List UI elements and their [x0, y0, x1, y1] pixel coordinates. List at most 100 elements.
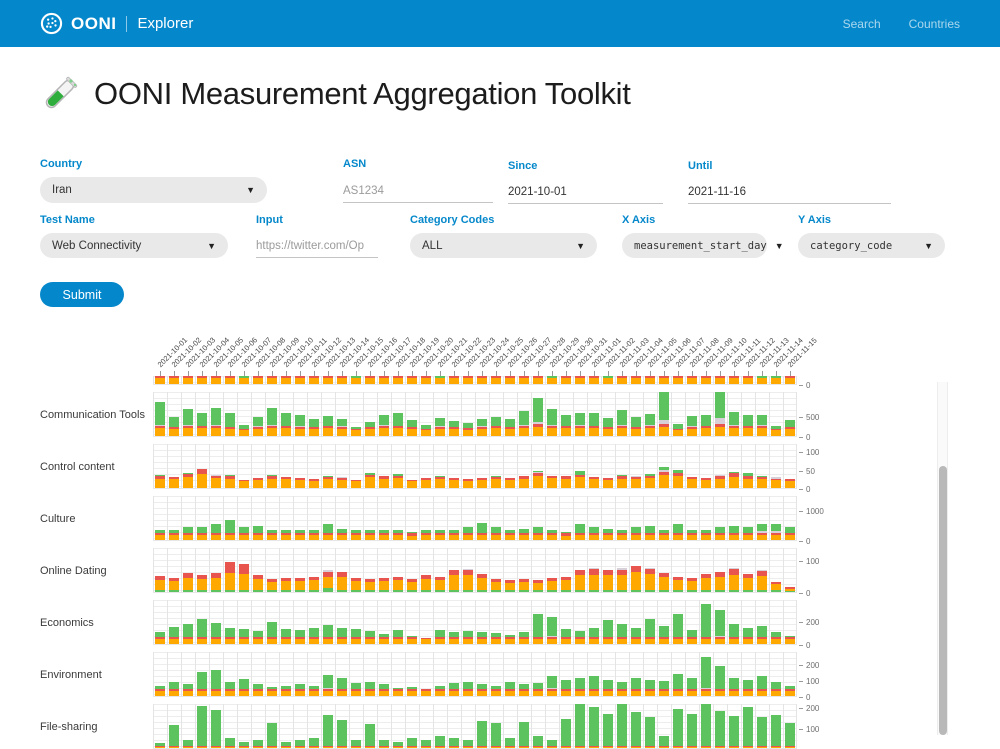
bar[interactable] [589, 568, 599, 592]
bar[interactable] [631, 417, 641, 436]
bar[interactable] [561, 532, 571, 540]
bar[interactable] [407, 636, 417, 644]
bar[interactable] [295, 478, 305, 488]
bar[interactable] [687, 477, 697, 488]
bar[interactable] [253, 575, 263, 592]
bar[interactable] [183, 684, 193, 696]
bar[interactable] [617, 624, 627, 644]
bar[interactable] [547, 578, 557, 592]
bar[interactable] [379, 476, 389, 488]
bar[interactable] [337, 720, 347, 748]
bar[interactable] [729, 568, 739, 592]
bar[interactable] [435, 418, 445, 436]
bar[interactable] [253, 740, 263, 748]
bar[interactable] [491, 417, 501, 436]
bar[interactable] [785, 686, 795, 696]
bar[interactable] [547, 409, 557, 436]
country-select[interactable]: Iran ▼ [40, 177, 267, 203]
bar[interactable] [729, 412, 739, 436]
bar[interactable] [701, 657, 711, 696]
bar[interactable] [379, 376, 389, 384]
bar[interactable] [365, 422, 375, 436]
bar[interactable] [393, 742, 403, 748]
bar[interactable] [463, 740, 473, 748]
bar[interactable] [617, 376, 627, 384]
bar[interactable] [729, 678, 739, 696]
bar[interactable] [435, 630, 445, 644]
bar[interactable] [617, 410, 627, 436]
bar[interactable] [589, 628, 599, 644]
bar[interactable] [547, 617, 557, 644]
bar[interactable] [757, 717, 767, 748]
bar[interactable] [239, 679, 249, 696]
bar[interactable] [673, 376, 683, 384]
bar[interactable] [519, 684, 529, 696]
bar[interactable] [575, 570, 585, 592]
bar[interactable] [785, 636, 795, 644]
bar[interactable] [155, 475, 165, 488]
bar[interactable] [169, 682, 179, 696]
bar[interactable] [435, 736, 445, 748]
bar[interactable] [673, 577, 683, 592]
bar[interactable] [589, 527, 599, 541]
bar[interactable] [715, 475, 725, 489]
bar[interactable] [281, 578, 291, 592]
bar[interactable] [365, 376, 375, 384]
bar[interactable] [715, 392, 725, 436]
test-name-select[interactable]: Web Connectivity ▼ [40, 233, 228, 258]
bar[interactable] [589, 707, 599, 748]
bar[interactable] [603, 570, 613, 592]
bar[interactable] [589, 413, 599, 436]
bar[interactable] [197, 376, 207, 384]
bar[interactable] [449, 683, 459, 696]
bar[interactable] [519, 632, 529, 644]
bar[interactable] [169, 417, 179, 436]
bar[interactable] [211, 623, 221, 644]
bar[interactable] [505, 682, 515, 696]
bar[interactable] [323, 416, 333, 436]
bar[interactable] [771, 477, 781, 488]
bar[interactable] [463, 682, 473, 696]
bar[interactable] [561, 476, 571, 488]
bar[interactable] [155, 576, 165, 592]
asn-input[interactable] [343, 179, 493, 203]
bar[interactable] [351, 740, 361, 748]
bar[interactable] [435, 376, 445, 384]
bar[interactable] [337, 572, 347, 592]
bar[interactable] [267, 622, 277, 644]
bar[interactable] [477, 523, 487, 540]
bar[interactable] [281, 629, 291, 644]
bar[interactable] [645, 568, 655, 592]
bar[interactable] [645, 526, 655, 540]
bar[interactable] [351, 480, 361, 488]
bar[interactable] [687, 416, 697, 436]
bar[interactable] [491, 686, 501, 696]
bar[interactable] [449, 570, 459, 592]
bar[interactable] [309, 419, 319, 436]
bar[interactable] [253, 684, 263, 696]
bar[interactable] [211, 573, 221, 592]
bar[interactable] [659, 736, 669, 748]
bar[interactable] [687, 714, 697, 748]
bar[interactable] [169, 627, 179, 644]
category-codes-select[interactable]: ALL ▼ [410, 233, 597, 258]
bar[interactable] [533, 614, 543, 644]
bar[interactable] [337, 419, 347, 436]
bar[interactable] [155, 530, 165, 540]
bar[interactable] [785, 723, 795, 748]
bar[interactable] [715, 527, 725, 540]
bar[interactable] [617, 475, 627, 488]
bar[interactable] [309, 376, 319, 384]
bar[interactable] [505, 738, 515, 748]
nav-link-search[interactable]: Search [843, 17, 881, 31]
bar[interactable] [169, 477, 179, 488]
bar[interactable] [477, 574, 487, 592]
bar[interactable] [351, 578, 361, 592]
bar[interactable] [715, 572, 725, 592]
bar[interactable] [225, 738, 235, 748]
bar[interactable] [631, 678, 641, 696]
bar[interactable] [771, 376, 781, 384]
bar[interactable] [757, 524, 767, 541]
bar[interactable] [281, 742, 291, 748]
bar[interactable] [547, 676, 557, 696]
